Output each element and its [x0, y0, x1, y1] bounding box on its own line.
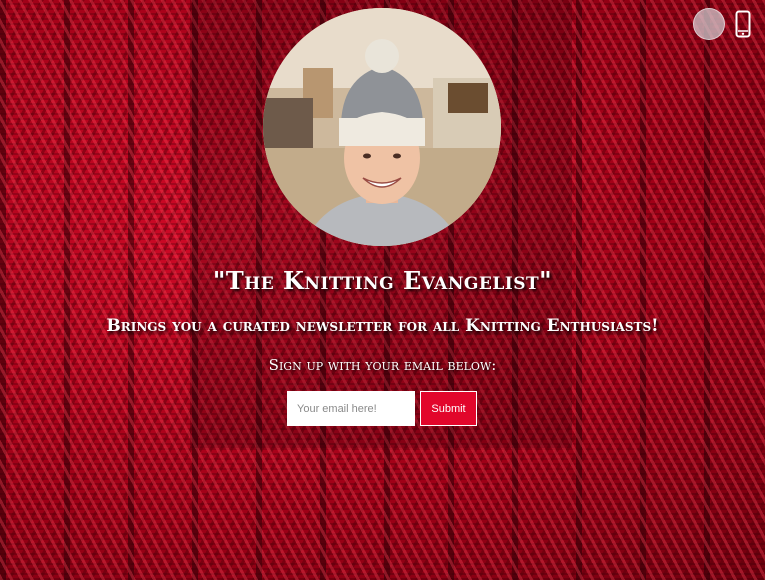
tagline: Brings you a curated newsletter for all …	[106, 316, 659, 336]
circle-toggle-icon[interactable]	[693, 8, 725, 40]
email-field[interactable]	[287, 391, 415, 426]
page-title: "The Knitting Evangelist"	[212, 266, 553, 295]
mobile-phone-icon[interactable]	[735, 10, 751, 38]
corner-controls	[693, 8, 751, 40]
signup-instructions: Sign up with your email below:	[268, 356, 497, 374]
profile-photo	[263, 8, 501, 246]
submit-button[interactable]: Submit	[420, 391, 477, 426]
signup-form: Submit	[287, 391, 477, 426]
